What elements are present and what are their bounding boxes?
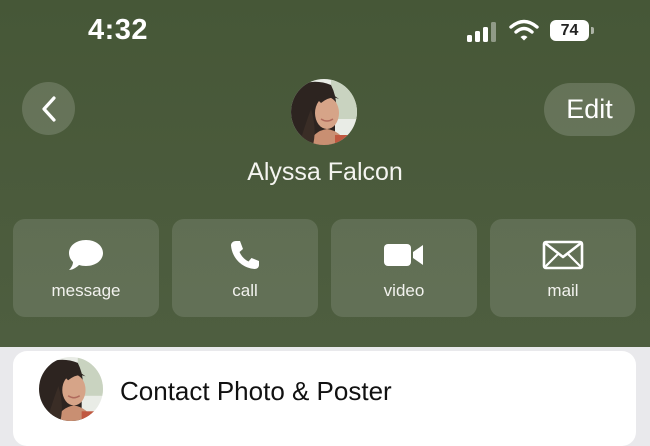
- mail-button[interactable]: mail: [490, 219, 636, 317]
- status-bar: 4:32 74: [0, 0, 650, 64]
- phone-icon: [231, 241, 259, 269]
- battery-level: 74: [550, 20, 589, 41]
- cellular-signal-icon: [467, 22, 496, 42]
- avatar-photo: [291, 79, 357, 145]
- edit-button[interactable]: Edit: [544, 83, 635, 136]
- message-bubble-icon: [69, 240, 103, 270]
- video-label: video: [383, 281, 425, 300]
- wifi-icon: [509, 19, 539, 41]
- back-button[interactable]: [22, 82, 75, 135]
- contact-photo-thumbnail: [39, 357, 103, 421]
- battery-cap: [591, 27, 594, 34]
- avatar-photo: [39, 357, 103, 421]
- contact-avatar[interactable]: [291, 79, 357, 145]
- call-button[interactable]: call: [172, 219, 318, 317]
- contact-photo-poster-row[interactable]: Contact Photo & Poster: [13, 351, 636, 446]
- envelope-icon: [542, 240, 584, 270]
- chevron-left-icon: [41, 95, 56, 122]
- contact-photo-poster-label: Contact Photo & Poster: [120, 376, 392, 406]
- contact-header: 4:32 74 Alyssa Falcon Edit message call …: [0, 0, 650, 347]
- message-label: message: [51, 281, 121, 300]
- message-button[interactable]: message: [13, 219, 159, 317]
- mail-label: mail: [547, 281, 579, 300]
- call-label: call: [232, 281, 258, 300]
- status-time: 4:32: [88, 14, 149, 46]
- contact-name: Alyssa Falcon: [247, 158, 403, 186]
- video-camera-icon: [384, 244, 423, 266]
- video-button[interactable]: video: [331, 219, 477, 317]
